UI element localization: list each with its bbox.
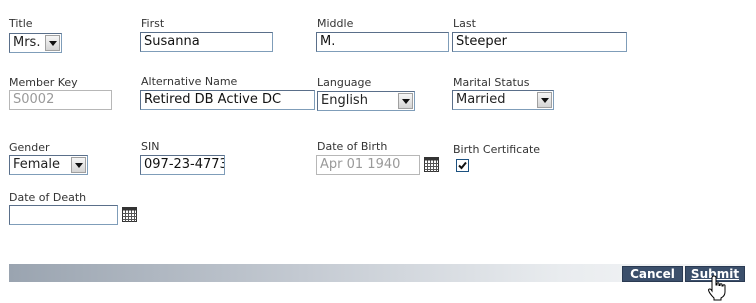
birth-certificate-label: Birth Certificate: [453, 143, 541, 156]
date-of-death-label: Date of Death: [9, 191, 87, 204]
calendar-icon[interactable]: [424, 157, 439, 172]
sin-label: SIN: [141, 140, 160, 153]
marital-status-label: Marital Status: [453, 76, 530, 89]
marital-status-select[interactable]: Married: [452, 90, 554, 110]
last-name-label: Last: [453, 17, 476, 30]
gender-select-value: Female: [13, 157, 61, 172]
title-label: Title: [9, 17, 33, 30]
middle-name-input[interactable]: M.: [316, 32, 449, 52]
alternative-name-input[interactable]: Retired DB Active DC: [140, 90, 315, 110]
hand-pointer-cursor-icon: [707, 275, 726, 301]
checkmark-icon: [458, 161, 467, 170]
member-key-input: S0002: [9, 90, 112, 110]
language-select-value: English: [321, 93, 368, 108]
chevron-down-icon[interactable]: [45, 35, 60, 51]
member-key-label: Member Key: [9, 76, 78, 89]
alternative-name-label: Alternative Name: [141, 75, 238, 88]
cancel-button[interactable]: Cancel: [622, 266, 683, 282]
title-select[interactable]: Mrs.: [9, 33, 62, 53]
calendar-icon[interactable]: [122, 207, 137, 222]
language-select[interactable]: English: [317, 91, 415, 111]
birth-certificate-checkbox[interactable]: [456, 159, 469, 172]
gender-select[interactable]: Female: [9, 155, 88, 175]
date-of-death-input[interactable]: [9, 205, 118, 225]
date-of-birth-input: Apr 01 1940: [316, 155, 420, 175]
chevron-down-icon[interactable]: [398, 93, 413, 109]
first-name-label: First: [141, 17, 165, 30]
gender-label: Gender: [9, 141, 50, 154]
chevron-down-icon[interactable]: [71, 157, 86, 173]
marital-status-select-value: Married: [456, 92, 506, 107]
sin-input[interactable]: 097-23-4773: [140, 155, 225, 175]
middle-name-label: Middle: [317, 17, 354, 30]
date-of-birth-label: Date of Birth: [317, 140, 388, 153]
last-name-input[interactable]: Steeper: [452, 32, 627, 52]
language-label: Language: [317, 76, 372, 89]
title-select-value: Mrs.: [13, 35, 41, 50]
first-name-input[interactable]: Susanna: [140, 32, 273, 52]
chevron-down-icon[interactable]: [537, 92, 552, 108]
